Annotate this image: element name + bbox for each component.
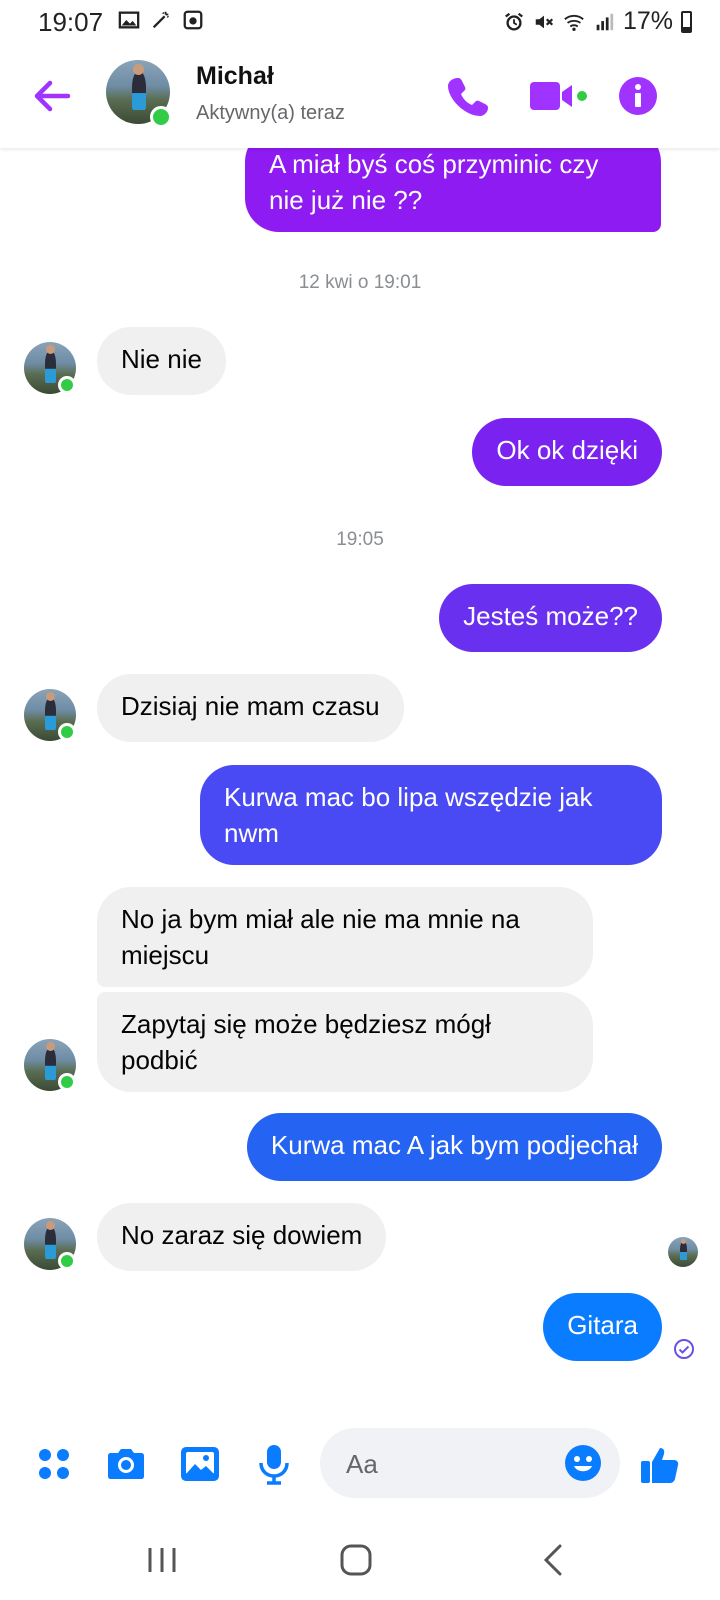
delivered-check-icon xyxy=(674,1339,694,1359)
timestamp: 12 kwi o 19:01 xyxy=(298,272,422,293)
incoming-message[interactable]: Zapytaj się może będziesz mógł podbić xyxy=(97,992,593,1092)
battery-icon xyxy=(681,10,692,33)
microphone-icon[interactable] xyxy=(252,1442,296,1486)
recent-apps-icon[interactable] xyxy=(140,1538,184,1582)
status-time: 19:07 xyxy=(38,7,104,37)
message-thread[interactable]: A miał byś coś przyminic czy nie już nie… xyxy=(0,128,720,1410)
gallery-icon[interactable] xyxy=(178,1442,222,1486)
outgoing-message[interactable]: Kurwa mac A jak bym podjechał xyxy=(246,1113,662,1181)
online-indicator xyxy=(58,1252,76,1270)
image-icon xyxy=(118,11,140,29)
home-icon[interactable] xyxy=(334,1538,378,1582)
message-input[interactable] xyxy=(344,1428,548,1500)
message-composer xyxy=(0,1410,720,1520)
back-arrow-icon[interactable] xyxy=(30,74,74,118)
recorder-icon xyxy=(183,10,203,30)
emoji-icon[interactable] xyxy=(564,1444,602,1482)
thumbs-up-icon[interactable] xyxy=(638,1442,682,1486)
incoming-message[interactable]: No ja bym miał ale nie ma mnie na miejsc… xyxy=(97,887,593,987)
online-indicator xyxy=(58,376,76,394)
video-call-icon[interactable] xyxy=(528,72,588,120)
online-indicator xyxy=(58,723,76,741)
outgoing-message[interactable]: Ok ok dzięki xyxy=(472,418,662,486)
incoming-message[interactable]: Dzisiaj nie mam czasu xyxy=(97,674,404,742)
system-navigation-bar xyxy=(0,1520,720,1600)
battery-percent: 17% xyxy=(622,7,673,35)
timestamp: 19:05 xyxy=(336,529,384,550)
online-indicator xyxy=(58,1073,76,1091)
status-bar: 19:07 17% xyxy=(0,0,720,44)
info-icon[interactable] xyxy=(618,76,658,116)
outgoing-message[interactable]: Jesteś może?? xyxy=(439,584,662,652)
back-icon[interactable] xyxy=(532,1538,576,1582)
camera-icon[interactable] xyxy=(104,1442,148,1486)
incoming-message[interactable]: Nie nie xyxy=(97,327,226,395)
wifi-icon xyxy=(564,14,584,31)
incoming-message[interactable]: No zaraz się dowiem xyxy=(97,1203,387,1271)
phone-call-icon[interactable] xyxy=(444,72,492,120)
outgoing-message[interactable]: Gitara xyxy=(543,1293,662,1361)
wand-icon xyxy=(152,11,169,29)
outgoing-message[interactable]: Kurwa mac bo lipa wszędzie jak nwm xyxy=(200,765,662,865)
message-input-pill[interactable] xyxy=(320,1428,620,1500)
presence-status: Aktywny(a) teraz xyxy=(196,102,345,124)
alarm-icon xyxy=(505,12,523,30)
contact-name[interactable]: Michał xyxy=(196,62,274,91)
menu-dots-icon[interactable] xyxy=(32,1442,76,1486)
conversation-header: Michał Aktywny(a) teraz xyxy=(0,44,720,148)
online-indicator xyxy=(150,106,172,128)
seen-avatar xyxy=(668,1237,698,1267)
mute-icon xyxy=(535,15,554,28)
signal-icon xyxy=(596,13,614,30)
